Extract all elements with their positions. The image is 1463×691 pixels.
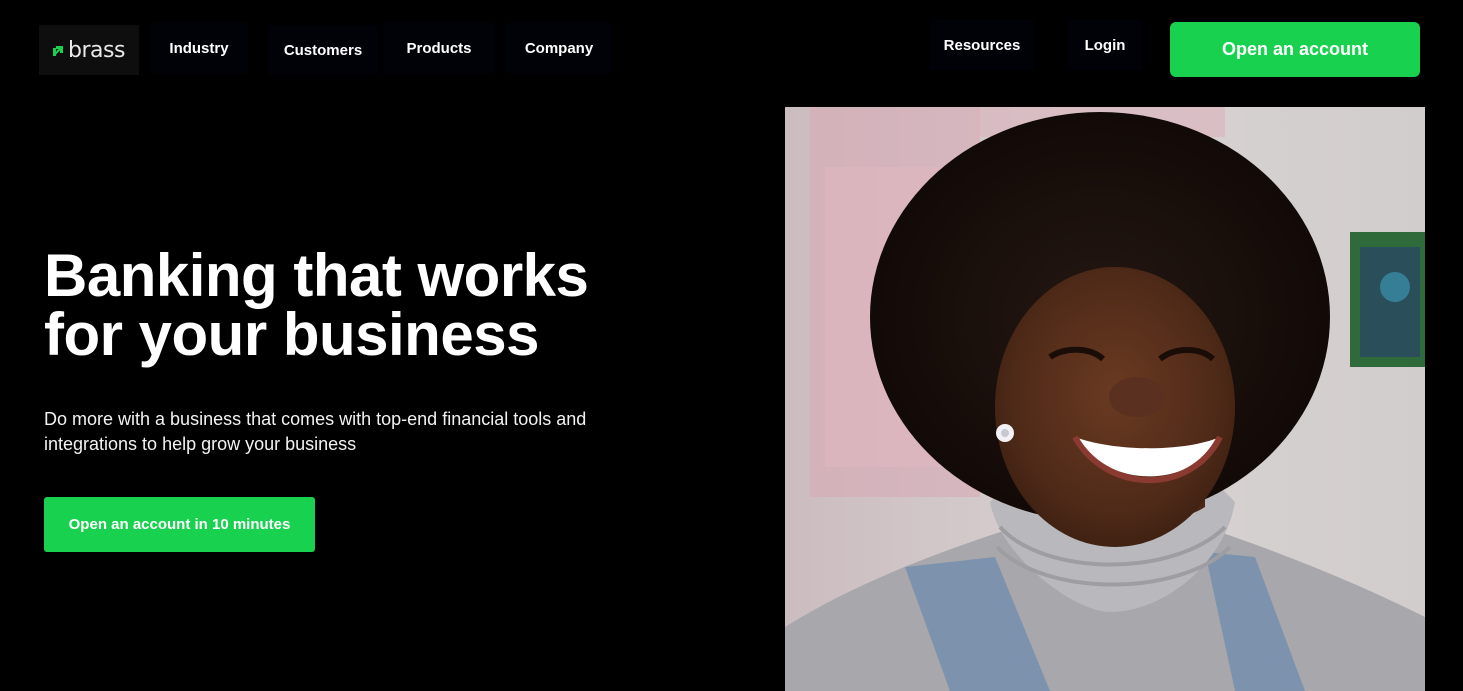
nav-resources[interactable]: Resources (930, 20, 1034, 70)
hero-subtitle-line-2: integrations to help grow your business (44, 434, 357, 454)
hero-title: Banking that works for your business (44, 246, 694, 365)
nav-customers[interactable]: Customers (268, 25, 378, 75)
logo-text: brass (68, 37, 125, 63)
hero-title-line-1: Banking that works (44, 242, 589, 309)
open-account-button[interactable]: Open an account (1170, 22, 1420, 77)
nav-products[interactable]: Products (383, 23, 495, 73)
brass-arrow-logo-icon (53, 46, 64, 56)
nav-industry[interactable]: Industry (150, 23, 248, 73)
hero-photo-illustration (785, 107, 1425, 691)
hero-subtitle: Do more with a business that comes with … (44, 407, 664, 457)
hero-title-line-2: for your business (44, 301, 539, 368)
nav-login[interactable]: Login (1068, 20, 1142, 70)
landing-page: brass Industry Customers Products Compan… (0, 0, 1463, 691)
hero-photo-smiling-woman (785, 107, 1425, 691)
nav-company[interactable]: Company (505, 23, 613, 73)
open-account-10-minutes-button[interactable]: Open an account in 10 minutes (44, 497, 315, 552)
brass-logo[interactable]: brass (39, 25, 139, 75)
hero-subtitle-line-1: Do more with a business that comes with … (44, 409, 587, 429)
